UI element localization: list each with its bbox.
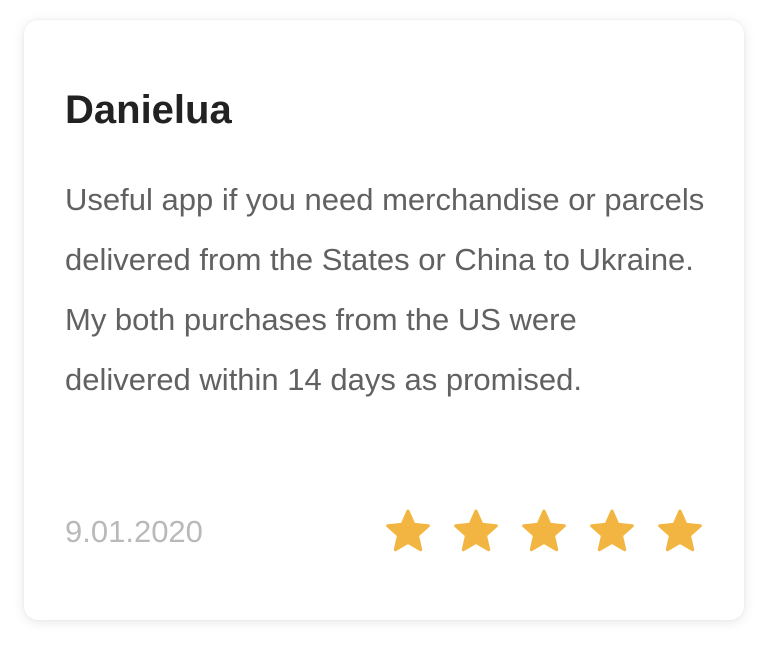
star-icon: [590, 509, 634, 552]
star-icon: [658, 509, 702, 552]
review-author: Danielua: [65, 88, 232, 132]
star-icon: [386, 509, 430, 552]
star-icon: [522, 509, 566, 552]
review-date: 9.01.2020: [65, 514, 203, 549]
star-rating: [384, 508, 704, 556]
star-icon: [454, 509, 498, 552]
review-text: Useful app if you need merchandise or pa…: [65, 182, 705, 397]
review-card: Danielua Useful app if you need merchand…: [24, 20, 744, 620]
